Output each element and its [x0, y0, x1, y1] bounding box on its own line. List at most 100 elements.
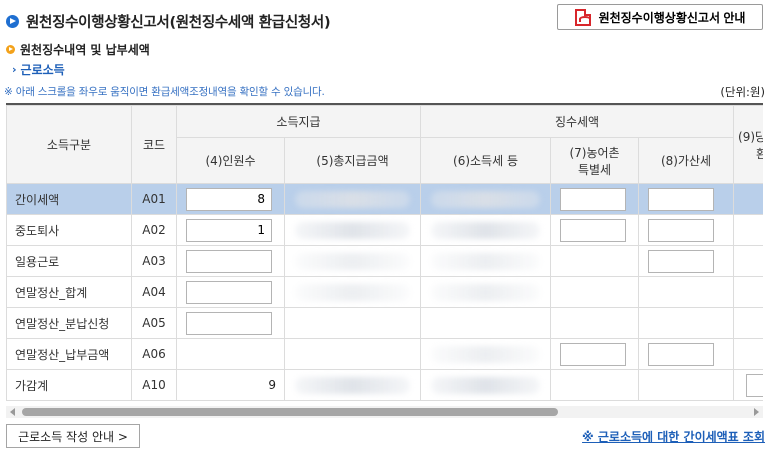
page-title: 원천징수이행상황신고서(원천징수세액 환급신청서) [26, 14, 331, 31]
redacted-value [431, 253, 541, 270]
row-code: A06 [131, 338, 177, 370]
withholding-table: 소득구분 코드 소득지급 징수세액 (9)당 환급 (4)인원수 (5)총지급금… [6, 105, 763, 401]
rural-tax-total [550, 369, 640, 401]
headcount-input[interactable] [186, 280, 272, 304]
table-row-a06[interactable]: 연말정산_납부금액 A06 [6, 338, 763, 370]
row-code: A10 [131, 369, 177, 401]
income-tax-cell[interactable] [420, 245, 552, 277]
penalty-total [638, 369, 735, 401]
penalty-input[interactable] [648, 249, 715, 273]
redacted-value [295, 191, 411, 208]
table-row-a10[interactable]: 가감계 A10 9 [6, 369, 763, 401]
simplified-tax-table-link[interactable]: ※ 근로소득에 대한 간이세액표 조회 [582, 428, 765, 445]
rural-tax-cell [550, 245, 640, 277]
total-payment-cell [283, 338, 422, 370]
chevron-right-icon: › [12, 63, 17, 76]
horizontal-scrollbar[interactable] [6, 406, 763, 418]
total-payment-cell [283, 307, 422, 339]
col-header-rural-tax-line1: (7)농어촌 [569, 145, 620, 160]
redacted-value [295, 284, 411, 301]
table-row-a03[interactable]: 일용근로 A03 [6, 245, 763, 277]
col-header-rural-tax-line2: 특별세 [577, 162, 612, 177]
col-header-rural-tax: (7)농어촌 특별세 [550, 137, 640, 184]
redacted-value [431, 222, 541, 239]
income-tax-total [420, 369, 552, 401]
row-label: 가감계 [6, 369, 132, 401]
income-tax-cell[interactable] [420, 183, 552, 215]
headcount-cell [176, 338, 285, 370]
withholding-table-container: 소득구분 코드 소득지급 징수세액 (9)당 환급 (4)인원수 (5)총지급금… [6, 103, 763, 404]
rural-tax-input[interactable] [560, 187, 627, 211]
redacted-value [431, 191, 541, 208]
headcount-input[interactable] [186, 249, 272, 273]
row-label: 중도퇴사 [6, 214, 132, 246]
scroll-right-arrow-icon[interactable] [754, 408, 759, 416]
pdf-icon [574, 8, 591, 26]
col-header-code: 코드 [131, 105, 177, 184]
income-tax-cell[interactable] [420, 338, 552, 370]
redacted-value [295, 377, 411, 394]
headcount-input[interactable] [186, 187, 272, 211]
subsection-title-text: 근로소득 [20, 63, 65, 77]
scroll-left-arrow-icon[interactable] [10, 408, 15, 416]
rural-tax-cell [550, 276, 640, 308]
refund-cell [733, 214, 763, 246]
col-header-headcount: (4)인원수 [176, 137, 285, 184]
refund-input[interactable] [746, 373, 763, 397]
refund-cell [733, 183, 763, 215]
rural-tax-cell [550, 307, 640, 339]
refund-cell [733, 338, 763, 370]
headcount-total: 9 [176, 369, 285, 401]
total-payment-cell[interactable] [283, 214, 422, 246]
row-code: A05 [131, 307, 177, 339]
row-label: 일용근로 [6, 245, 132, 277]
refund-cell [733, 276, 763, 308]
subsection-title: › 근로소득 [12, 61, 65, 78]
col-header-refund: (9)당 환급 [733, 105, 763, 184]
row-label: 연말정산_납부금액 [6, 338, 132, 370]
col-header-refund-line1: (9)당 [738, 129, 763, 144]
redacted-value [295, 222, 411, 239]
row-label: 연말정산_분납신청 [6, 307, 132, 339]
penalty-input[interactable] [648, 218, 715, 242]
income-tax-cell[interactable] [420, 214, 552, 246]
row-code: A01 [131, 183, 177, 215]
section-title-text: 원천징수내역 및 납부세액 [20, 43, 150, 57]
total-payment-total [283, 369, 422, 401]
row-code: A02 [131, 214, 177, 246]
row-label: 간이세액 [6, 183, 132, 215]
total-payment-cell[interactable] [283, 276, 422, 308]
col-header-income-tax: (6)소득세 등 [420, 137, 552, 184]
earned-income-guide-button[interactable]: 근로소득 작성 안내 > [6, 424, 140, 448]
report-guide-button[interactable]: 원천징수이행상황신고서 안내 [557, 4, 763, 30]
total-payment-cell[interactable] [283, 245, 422, 277]
table-row-a04[interactable]: 연말정산_합계 A04 [6, 276, 763, 308]
orange-bullet-icon [6, 45, 15, 54]
redacted-value [431, 284, 541, 301]
col-group-income-payment: 소득지급 [175, 105, 422, 138]
col-header-total-payment: (5)총지급금액 [283, 137, 422, 184]
table-row-a01[interactable]: 간이세액 A01 [6, 183, 763, 215]
table-row-a02[interactable]: 중도퇴사 A02 [6, 214, 763, 246]
row-label: 연말정산_합계 [6, 276, 132, 308]
scrollbar-thumb[interactable] [22, 408, 558, 416]
total-payment-cell[interactable] [283, 183, 422, 215]
rural-tax-input[interactable] [560, 218, 627, 242]
col-header-income-type: 소득구분 [6, 105, 132, 184]
col-header-penalty: (8)가산세 [638, 137, 735, 184]
unit-label: (단위:원) [720, 85, 765, 99]
refund-cell [733, 245, 763, 277]
income-tax-cell[interactable] [420, 276, 552, 308]
redacted-value [431, 346, 541, 363]
table-row-a05[interactable]: 연말정산_분납신청 A05 [6, 307, 763, 339]
section-title: 원천징수내역 및 납부세액 [6, 41, 150, 58]
rural-tax-input[interactable] [560, 342, 627, 366]
refund-cell [733, 307, 763, 339]
penalty-cell [638, 276, 735, 308]
headcount-input[interactable] [186, 218, 272, 242]
penalty-input[interactable] [648, 342, 715, 366]
headcount-input[interactable] [186, 311, 272, 335]
row-code: A03 [131, 245, 177, 277]
penalty-input[interactable] [648, 187, 715, 211]
report-guide-label: 원천징수이행상황신고서 안내 [598, 10, 746, 25]
